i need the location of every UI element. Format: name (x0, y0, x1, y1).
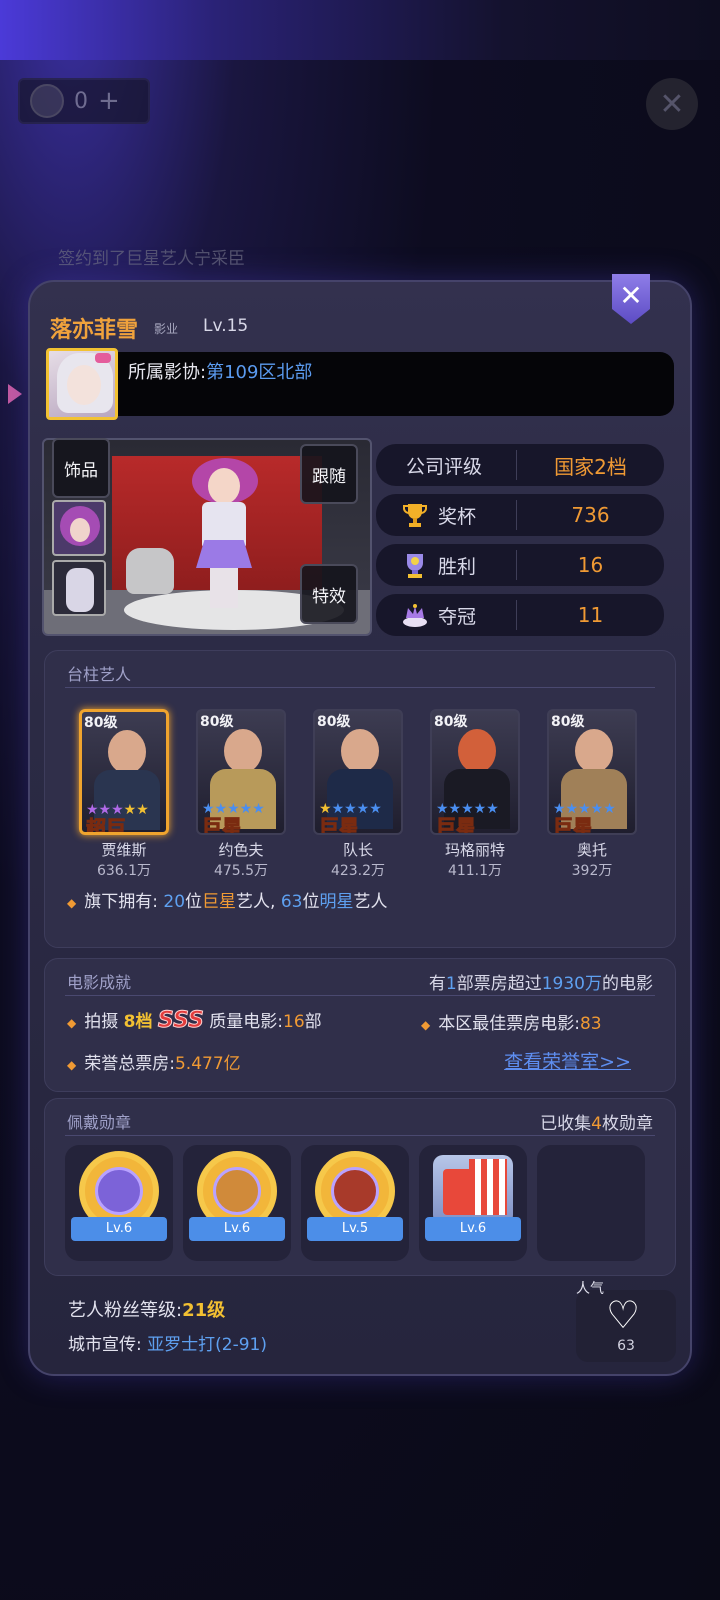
player-level: Lv.15 (203, 316, 249, 336)
medals-section: 佩戴勋章 已收集4枚勋章 Lv.6 Lv.6 Lv.5 Lv.6 (44, 1098, 676, 1276)
artist-name: 贾维斯 (101, 841, 147, 859)
medal-slot-empty[interactable] (537, 1145, 645, 1261)
side-arrow-icon[interactable] (8, 384, 22, 404)
add-coin-button[interactable]: + (98, 86, 120, 116)
trophy-icon (403, 504, 427, 527)
effect-button[interactable]: 特效 (300, 564, 358, 624)
popularity-label: 人气 (576, 1281, 604, 1297)
stat-value: 736 (571, 503, 610, 527)
stat-label: 奖杯 (438, 505, 477, 528)
honor-room-link[interactable]: 查看荣誉室>> (504, 1047, 631, 1074)
medal-summary: 已收集4枚勋章 (540, 1114, 653, 1134)
shoot-summary: ◆ 拍摄 8档 SSS 质量电影:16部 (67, 1008, 322, 1034)
accessory-button[interactable]: 饰品 (52, 438, 110, 498)
artist-card[interactable]: 80级 ★★★★★ 巨星 约色夫 475.5万 (196, 709, 286, 880)
player-name: 落亦菲雪 (50, 318, 139, 343)
artist-card[interactable]: 80级 ★★★★★ 巨星 队长 423.2万 (313, 709, 403, 880)
medal-slot[interactable]: Lv.6 (183, 1145, 291, 1261)
artist-fans: 411.1万 (447, 863, 503, 879)
artist-card[interactable]: 80级 ★★★★★ 超巨 贾维斯 636.1万 (79, 709, 169, 880)
guild-bar: 所属影协:第109区北部 (118, 352, 674, 416)
medal-slot[interactable]: Lv.6 (65, 1145, 173, 1261)
stat-value: 国家2档 (554, 454, 627, 479)
stat-value: 11 (577, 603, 604, 627)
artist-card[interactable]: 80级 ★★★★★ 巨星 奥托 392万 (547, 709, 637, 880)
outfit-thumb[interactable] (52, 560, 106, 616)
avatar[interactable] (46, 348, 118, 420)
section-title: 台柱艺人 (67, 665, 132, 684)
artist-fans: 423.2万 (330, 863, 386, 879)
guild-label: 所属影协: (128, 362, 207, 383)
artist-fans: 392万 (571, 863, 613, 879)
honor-boxoffice: ◆ 荣誉总票房:5.477亿 (67, 1054, 241, 1074)
victory-icon (407, 554, 423, 578)
follow-button[interactable]: 跟随 (300, 444, 358, 504)
stat-victory: 胜利 16 (376, 544, 664, 586)
close-icon[interactable]: ✕ (646, 78, 698, 130)
medal-slot[interactable]: Lv.5 (301, 1145, 409, 1261)
popcorn-medal-icon (433, 1155, 513, 1225)
artist-fans: 636.1万 (96, 863, 152, 879)
artist-fans: 475.5万 (213, 863, 269, 879)
movie-achievement-section: 电影成就 有1部票房超过1930万的电影 ◆ 拍摄 8档 SSS 质量电影:16部… (44, 958, 676, 1092)
pillar-artists-section: 台柱艺人 80级 ★★★★★ 超巨 贾维斯 636.1万 80级 ★★★★★ 巨… (44, 650, 676, 948)
artist-card[interactable]: 80级 ★★★★★ 巨星 玛格丽特 411.1万 (430, 709, 520, 880)
stat-trophy: 奖杯 736 (376, 494, 664, 536)
city-promo: 城市宣传: 亚罗士打(2-91) (68, 1335, 267, 1355)
medal-slot[interactable]: Lv.6 (419, 1145, 527, 1261)
section-title: 电影成就 (67, 973, 132, 992)
stat-value: 16 (577, 553, 604, 577)
currency-box[interactable]: 0 + (18, 78, 150, 124)
top-glow (0, 0, 720, 60)
heart-icon[interactable]: ♡ (606, 1296, 640, 1334)
fan-level: 艺人粉丝等级:21级 (68, 1300, 226, 1321)
coin-icon (30, 84, 64, 118)
artist-name: 队长 (342, 841, 373, 859)
artists-owned-summary: ◆ 旗下拥有: 20位巨星艺人, 63位明星艺人 (67, 892, 388, 912)
character-thumb[interactable] (52, 500, 106, 556)
stat-champion: 夺冠 11 (376, 594, 664, 636)
artist-name: 玛格丽特 (444, 841, 505, 859)
sss-badge: SSS (157, 1008, 204, 1034)
best-boxoffice: ◆ 本区最佳票房电影:83 (421, 1014, 602, 1034)
section-title: 佩戴勋章 (67, 1113, 132, 1132)
silhouette-medal-icon (331, 1167, 379, 1215)
stat-label: 公司评级 (406, 455, 483, 478)
crown-icon (403, 604, 427, 627)
artist-name: 奥托 (576, 841, 607, 859)
chair-icon (126, 548, 174, 594)
ufo-medal-icon (95, 1167, 143, 1215)
movie-summary: 有1部票房超过1930万的电影 (428, 974, 653, 994)
stat-label: 胜利 (438, 555, 477, 578)
stat-label: 夺冠 (438, 605, 477, 628)
marquee-text: 签约到了巨星艺人宁采臣 (58, 249, 245, 269)
artist-name: 约色夫 (218, 841, 264, 859)
popularity-value: 63 (617, 1338, 635, 1354)
player-tag: 影业 (154, 322, 179, 336)
bow-icon (95, 353, 111, 363)
guild-link[interactable]: 第109区北部 (206, 362, 312, 383)
soldier-medal-icon (213, 1167, 261, 1215)
coin-value: 0 (74, 88, 88, 114)
stat-company-rating: 公司评级 国家2档 (376, 444, 664, 486)
